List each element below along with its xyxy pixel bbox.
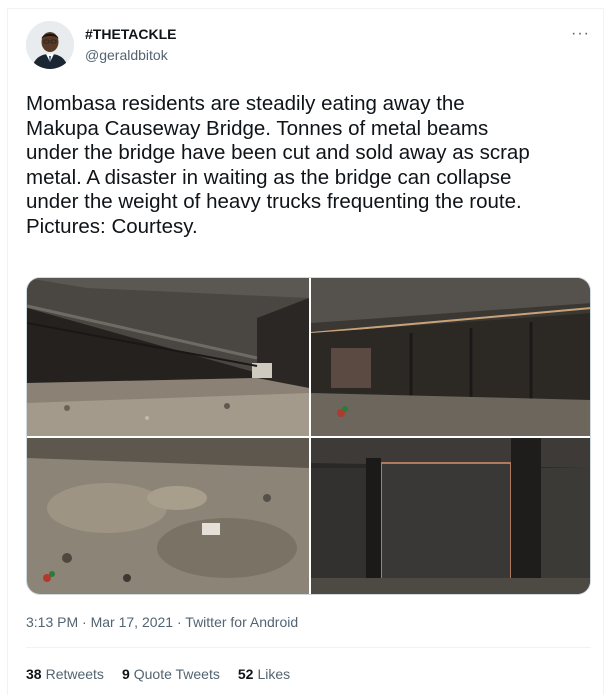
quote-tweets-stat[interactable]: 9 Quote Tweets <box>122 666 220 682</box>
tweet-source[interactable]: Twitter for Android <box>185 614 298 630</box>
retweets-count: 38 <box>26 666 42 682</box>
photo-3[interactable] <box>27 438 309 594</box>
user-handle[interactable]: @geraldbitok <box>85 47 168 63</box>
avatar[interactable] <box>26 21 74 69</box>
steel-panel-photo-icon <box>311 438 590 594</box>
tweet-text: Mombasa residents are steadily eating aw… <box>26 92 530 238</box>
meta-separator: · <box>176 614 182 630</box>
display-name[interactable]: #THETACKLE <box>85 26 177 42</box>
person-avatar-icon <box>26 21 74 69</box>
tweet-card: #THETACKLE @geraldbitok ··· Mombasa resi… <box>7 8 604 695</box>
likes-stat[interactable]: 52 Likes <box>238 666 290 682</box>
likes-count: 52 <box>237 666 254 682</box>
bridge-beams-photo-icon <box>311 278 590 436</box>
meta-separator: · <box>82 614 87 630</box>
photo-4[interactable] <box>311 438 590 594</box>
tweet-meta: 3:13 PM · Mar 17, 2021 · Twitter for And… <box>26 614 298 630</box>
tweet-time[interactable]: 3:13 PM <box>26 614 78 630</box>
tweet-date[interactable]: Mar 17, 2021 <box>91 614 174 630</box>
retweets-stat[interactable]: 38 Retweets <box>26 666 104 682</box>
ground-debris-photo-icon <box>27 438 309 594</box>
retweets-label: Retweets <box>45 666 104 682</box>
photo-2[interactable] <box>311 278 590 436</box>
engagement-stats: 38 Retweets 9 Quote Tweets 52 Likes <box>26 666 290 682</box>
likes-label: Likes <box>257 666 291 682</box>
media-grid <box>26 277 591 595</box>
bridge-underside-photo-icon <box>27 278 309 436</box>
quote-tweets-count: 9 <box>121 666 130 682</box>
divider <box>26 647 591 648</box>
quote-tweets-label: Quote Tweets <box>133 666 220 682</box>
more-options-icon[interactable]: ··· <box>571 25 590 43</box>
photo-1[interactable] <box>27 278 309 436</box>
